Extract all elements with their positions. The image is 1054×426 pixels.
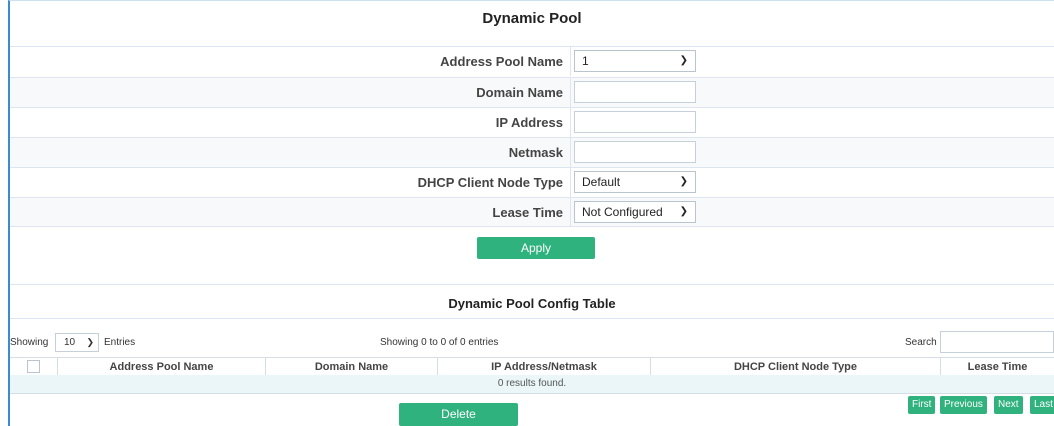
address-pool-name-value: 1 <box>582 54 589 68</box>
domain-name-label: Domain Name <box>476 85 563 100</box>
chevron-down-icon: ❯ <box>679 206 688 217</box>
previous-page-button[interactable]: Previous <box>940 396 987 414</box>
ip-address-row: IP Address <box>10 107 1054 137</box>
table-info: Showing 0 to 0 of 0 entries <box>380 337 499 348</box>
domain-name-input[interactable] <box>574 81 696 103</box>
entries-value: 10 <box>64 337 76 348</box>
entries-select[interactable]: 10 ❯ <box>55 333 99 352</box>
select-all-cell <box>10 358 58 376</box>
delete-button[interactable]: Delete <box>399 403 518 426</box>
empty-results-row: 0 results found. <box>10 375 1054 394</box>
section-divider <box>10 318 1054 319</box>
table-title: Dynamic Pool Config Table <box>448 296 616 311</box>
lease-time-select[interactable]: Not Configured ❯ <box>574 201 696 223</box>
table-header: Address Pool Name Domain Name IP Address… <box>10 357 1054 376</box>
column-ip-address-netmask[interactable]: IP Address/Netmask <box>438 358 651 376</box>
showing-label: Showing <box>10 337 49 348</box>
column-lease-time[interactable]: Lease Time <box>941 358 1054 376</box>
search-label: Search <box>905 337 937 348</box>
chevron-down-icon: ❯ <box>679 176 688 187</box>
column-dhcp-client-node-type[interactable]: DHCP Client Node Type <box>651 358 941 376</box>
row-divider <box>570 198 571 226</box>
column-address-pool-name[interactable]: Address Pool Name <box>58 358 266 376</box>
row-divider <box>570 138 571 167</box>
search-input[interactable] <box>940 331 1054 353</box>
dhcp-client-node-type-select[interactable]: Default ❯ <box>574 171 696 193</box>
column-domain-name[interactable]: Domain Name <box>266 358 438 376</box>
lease-time-label: Lease Time <box>492 205 563 220</box>
address-pool-name-label: Address Pool Name <box>440 54 563 69</box>
ip-address-input[interactable] <box>574 111 696 133</box>
netmask-label: Netmask <box>508 145 563 160</box>
dhcp-client-node-type-row: DHCP Client Node Type Default ❯ <box>10 167 1054 197</box>
lease-time-row: Lease Time Not Configured ❯ <box>10 197 1054 227</box>
next-page-button[interactable]: Next <box>994 396 1023 414</box>
netmask-input[interactable] <box>574 141 696 163</box>
row-divider <box>570 108 571 137</box>
lease-time-value: Not Configured <box>582 205 663 219</box>
form-title: Dynamic Pool <box>482 10 582 27</box>
first-page-button[interactable]: First <box>908 396 936 414</box>
row-divider <box>570 168 571 197</box>
row-divider <box>570 47 571 76</box>
entries-label: Entries <box>104 337 136 348</box>
dhcp-client-node-type-value: Default <box>582 175 621 189</box>
section-divider <box>10 284 1054 285</box>
address-pool-name-select[interactable]: 1 ❯ <box>574 50 696 72</box>
apply-button[interactable]: Apply <box>477 237 595 259</box>
select-all-checkbox[interactable] <box>27 359 40 373</box>
domain-name-row: Domain Name <box>10 77 1054 107</box>
chevron-down-icon: ❯ <box>679 55 688 66</box>
netmask-row: Netmask <box>10 137 1054 167</box>
dhcp-client-node-type-label: DHCP Client Node Type <box>417 175 563 190</box>
last-page-button[interactable]: Last <box>1030 396 1054 414</box>
chevron-down-icon: ❯ <box>86 337 94 347</box>
ip-address-label: IP Address <box>495 115 563 130</box>
row-divider <box>570 78 571 107</box>
config-table: Address Pool Name Domain Name IP Address… <box>10 357 1054 395</box>
address-pool-name-row: Address Pool Name 1 ❯ <box>10 46 1054 76</box>
